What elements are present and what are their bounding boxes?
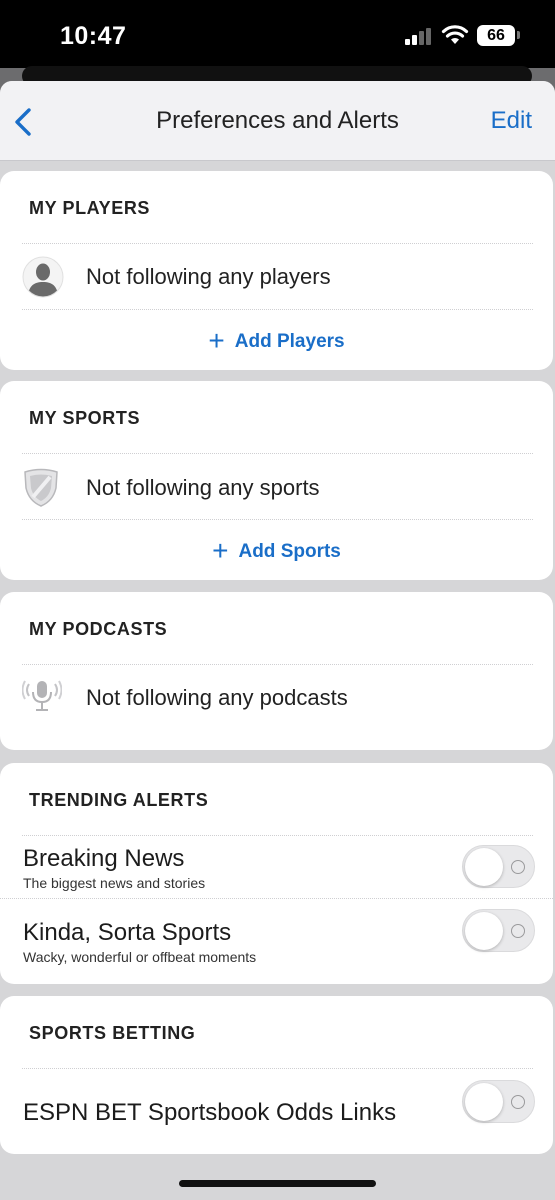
section-header-podcasts: MY PODCASTS xyxy=(29,619,168,639)
toggle-knob xyxy=(465,912,503,950)
section-header-sports: MY SPORTS xyxy=(29,408,141,428)
alert-subtitle: The biggest news and stories xyxy=(23,875,206,891)
shield-icon xyxy=(24,468,58,507)
trending-alerts-card: TRENDING ALERTS Breaking News The bigges… xyxy=(0,763,553,984)
espn-bet-odds-toggle[interactable] xyxy=(462,1080,535,1123)
section-header-players: MY PLAYERS xyxy=(29,198,151,218)
divider xyxy=(22,1068,533,1069)
status-time: 10:47 xyxy=(60,22,127,50)
plus-icon: + xyxy=(212,535,229,566)
podcasts-empty-text: Not following any podcasts xyxy=(86,685,348,710)
signal-icon xyxy=(405,28,431,45)
my-sports-card: MY SPORTS Not following any sports + Add … xyxy=(0,381,553,580)
add-players-label: Add Players xyxy=(234,331,345,352)
divider xyxy=(22,519,533,520)
alert-title: Kinda, Sorta Sports xyxy=(23,919,232,946)
divider xyxy=(22,664,533,665)
alert-subtitle: Wacky, wonderful or offbeat moments xyxy=(23,949,257,965)
add-sports-button[interactable]: + Add Sports xyxy=(0,535,553,567)
player-silhouette-icon xyxy=(22,256,64,298)
toggle-off-indicator-icon xyxy=(511,924,525,938)
podcast-microphone-icon xyxy=(22,680,62,711)
wifi-icon xyxy=(441,25,469,44)
alert-title: Breaking News xyxy=(23,845,185,872)
section-header-trending: TRENDING ALERTS xyxy=(29,790,209,810)
my-podcasts-card: MY PODCASTS Not following any podcasts xyxy=(0,592,553,750)
add-players-button[interactable]: + Add Players xyxy=(0,325,553,357)
breaking-news-toggle[interactable] xyxy=(462,845,535,888)
players-empty-text: Not following any players xyxy=(86,264,331,289)
home-indicator[interactable] xyxy=(179,1180,376,1187)
divider xyxy=(22,453,533,454)
battery-nub xyxy=(517,31,520,39)
sports-empty-text: Not following any sports xyxy=(86,475,320,500)
nav-bar: Preferences and Alerts Edit xyxy=(0,81,555,161)
section-header-betting: SPORTS BETTING xyxy=(29,1023,196,1043)
divider xyxy=(22,835,533,836)
page-title: Preferences and Alerts xyxy=(156,107,399,134)
plus-icon: + xyxy=(208,325,225,356)
divider xyxy=(0,898,553,899)
sports-betting-card: SPORTS BETTING ESPN BET Sportsbook Odds … xyxy=(0,996,553,1154)
alert-title: ESPN BET Sportsbook Odds Links xyxy=(23,1099,397,1126)
divider xyxy=(22,243,533,244)
edit-button[interactable]: Edit xyxy=(491,107,532,135)
preferences-sheet: Preferences and Alerts Edit MY PLAYERS N… xyxy=(0,81,555,1200)
toggle-off-indicator-icon xyxy=(511,860,525,874)
kinda-sorta-sports-toggle[interactable] xyxy=(462,909,535,952)
status-bar: 10:47 66 xyxy=(0,0,555,68)
divider xyxy=(22,309,533,310)
toggle-knob xyxy=(465,1083,503,1121)
my-players-card: MY PLAYERS Not following any players + Ad… xyxy=(0,171,553,370)
add-sports-label: Add Sports xyxy=(238,541,341,562)
toggle-knob xyxy=(465,848,503,886)
battery-icon: 66 xyxy=(477,25,515,46)
toggle-off-indicator-icon xyxy=(511,1095,525,1109)
